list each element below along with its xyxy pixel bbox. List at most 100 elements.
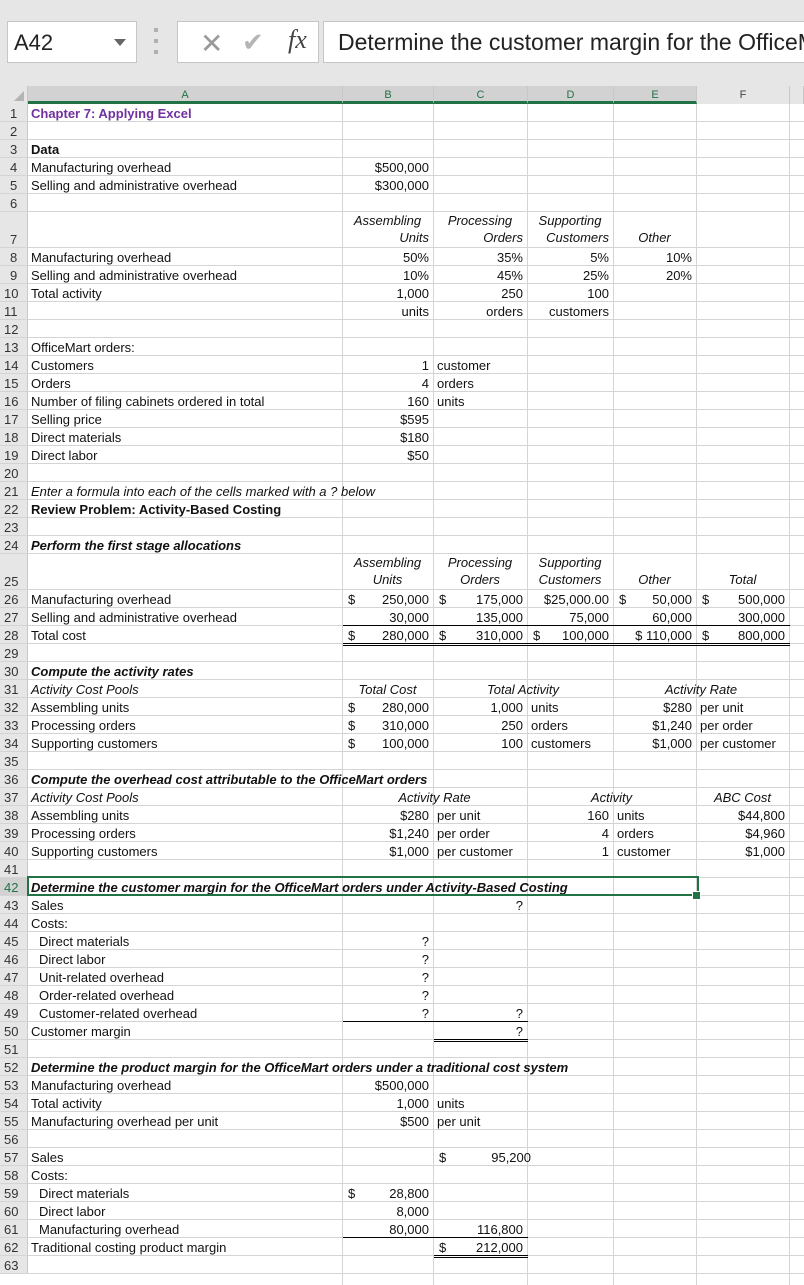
row-header-22[interactable]: 22 — [0, 500, 28, 518]
cell[interactable]: 160 — [531, 808, 609, 823]
cell[interactable]: per order — [437, 826, 523, 841]
cell[interactable]: $4,960 — [700, 826, 785, 841]
cell[interactable]: 116,800 — [437, 1222, 523, 1237]
formula-cell[interactable]: ? — [346, 952, 433, 967]
row-label[interactable]: Manufacturing overhead — [31, 1078, 338, 1093]
name-box[interactable]: A42 — [7, 21, 137, 63]
fill-handle[interactable] — [692, 891, 701, 900]
row-header-35[interactable]: 35 — [0, 752, 28, 770]
row-header-25[interactable]: 25 — [0, 554, 28, 590]
column-heading[interactable]: Activity — [531, 790, 692, 805]
cell[interactable]: $500,000 — [700, 592, 785, 607]
cell[interactable]: 1,000 — [346, 286, 439, 301]
column-header-e[interactable]: E — [614, 86, 697, 104]
cell[interactable]: units — [617, 808, 692, 823]
cell[interactable]: customers — [531, 304, 609, 319]
cell[interactable]: 45% — [437, 268, 523, 283]
row-label[interactable]: Selling price — [31, 412, 338, 427]
insert-function-icon[interactable]: fx — [288, 25, 307, 55]
row-label[interactable]: Selling and administrative overhead — [31, 178, 338, 193]
row-header-58[interactable]: 58 — [0, 1166, 28, 1184]
row-label[interactable]: Total activity — [31, 1096, 338, 1111]
cell[interactable]: per unit — [437, 1114, 523, 1129]
row-label[interactable]: Processing orders — [31, 718, 338, 733]
row-header-10[interactable]: 10 — [0, 284, 28, 302]
row-header-59[interactable]: 59 — [0, 1184, 28, 1202]
cell[interactable]: $28,800 — [346, 1186, 429, 1201]
row-label[interactable]: Direct labor — [31, 1204, 346, 1219]
section-heading[interactable]: Determine the product margin for the Off… — [31, 1060, 692, 1075]
row-header-11[interactable]: 11 — [0, 302, 28, 320]
cell[interactable]: $1,000 — [346, 844, 429, 859]
cell[interactable]: orders — [617, 826, 692, 841]
row-header-57[interactable]: 57 — [0, 1148, 28, 1166]
row-label[interactable]: Assembling units — [31, 700, 338, 715]
column-header-g[interactable] — [790, 86, 804, 104]
formula-cell[interactable]: ? — [437, 1006, 527, 1021]
section-heading[interactable]: Compute the overhead cost attributable t… — [31, 772, 609, 787]
row-header-34[interactable]: 34 — [0, 734, 28, 752]
column-heading[interactable]: Orders — [437, 230, 523, 245]
cell[interactable]: $280 — [346, 808, 429, 823]
column-header-f[interactable]: F — [697, 86, 790, 104]
cell[interactable]: customers — [531, 736, 609, 751]
cell[interactable]: 100 — [437, 736, 523, 751]
cell[interactable]: $175,000 — [437, 592, 523, 607]
row-header-50[interactable]: 50 — [0, 1022, 28, 1040]
cell[interactable]: orders — [531, 718, 609, 733]
row-label[interactable]: Sales — [31, 1150, 338, 1165]
row-label[interactable]: Customer margin — [31, 1024, 338, 1039]
formula-cell[interactable]: ? — [346, 970, 433, 985]
column-heading[interactable]: Activity Rate — [346, 790, 523, 805]
row-header-36[interactable]: 36 — [0, 770, 28, 788]
column-heading[interactable]: Supporting — [531, 213, 609, 228]
cell[interactable]: per order — [700, 718, 785, 733]
cell[interactable]: $1,240 — [346, 826, 429, 841]
row-header-5[interactable]: 5 — [0, 176, 28, 194]
cancel-x-icon[interactable]: ✕ — [200, 27, 223, 60]
formula-cell[interactable]: ? — [346, 934, 433, 949]
row-header-49[interactable]: 49 — [0, 1004, 28, 1022]
cell[interactable]: 4 — [346, 376, 429, 391]
row-header-38[interactable]: 38 — [0, 806, 28, 824]
cell[interactable]: $ 110,000 — [617, 628, 692, 643]
cell[interactable]: per customer — [700, 736, 785, 751]
cell[interactable]: 10% — [346, 268, 429, 283]
cell[interactable]: $25,000.00 — [531, 592, 609, 607]
cell[interactable]: $280 — [617, 700, 692, 715]
column-heading[interactable]: Processing — [437, 555, 523, 570]
row-header-2[interactable]: 2 — [0, 122, 28, 140]
row-label[interactable]: Manufacturing overhead — [31, 250, 338, 265]
row-label[interactable]: Selling and administrative overhead — [31, 610, 338, 625]
row-label[interactable]: Total cost — [31, 628, 338, 643]
row-header-54[interactable]: 54 — [0, 1094, 28, 1112]
cell[interactable]: 1 — [346, 358, 429, 373]
cell[interactable]: 250 — [437, 286, 533, 301]
cell[interactable]: $1,240 — [617, 718, 692, 733]
cell[interactable]: 160 — [346, 394, 429, 409]
row-header-52[interactable]: 52 — [0, 1058, 28, 1076]
section-heading[interactable]: Compute the activity rates — [31, 664, 338, 679]
row-header-61[interactable]: 61 — [0, 1220, 28, 1238]
row-label[interactable]: Assembling units — [31, 808, 338, 823]
column-heading[interactable]: Other — [617, 230, 692, 245]
cell[interactable]: 75,000 — [531, 610, 609, 625]
row-label[interactable]: Direct labor — [31, 952, 346, 967]
cell[interactable]: 1,000 — [437, 700, 523, 715]
formula-input[interactable]: Determine the customer margin for the Of… — [323, 21, 804, 63]
row-header-9[interactable]: 9 — [0, 266, 28, 284]
row-label[interactable]: Total activity — [31, 286, 338, 301]
cell[interactable]: 30,000 — [346, 610, 429, 625]
row-label[interactable]: Processing orders — [31, 826, 338, 841]
row-label[interactable]: Sales — [31, 898, 338, 913]
row-header-46[interactable]: 46 — [0, 950, 28, 968]
cell[interactable]: $1,000 — [700, 844, 785, 859]
row-header-16[interactable]: 16 — [0, 392, 28, 410]
cell[interactable]: units — [437, 394, 523, 409]
data-heading[interactable]: Data — [31, 142, 338, 157]
cell[interactable]: $100,000 — [346, 736, 431, 751]
cell[interactable]: per unit — [700, 700, 785, 715]
cell-b5[interactable]: $300,000 — [346, 178, 429, 193]
cell[interactable]: $180 — [346, 430, 429, 445]
row-header-47[interactable]: 47 — [0, 968, 28, 986]
